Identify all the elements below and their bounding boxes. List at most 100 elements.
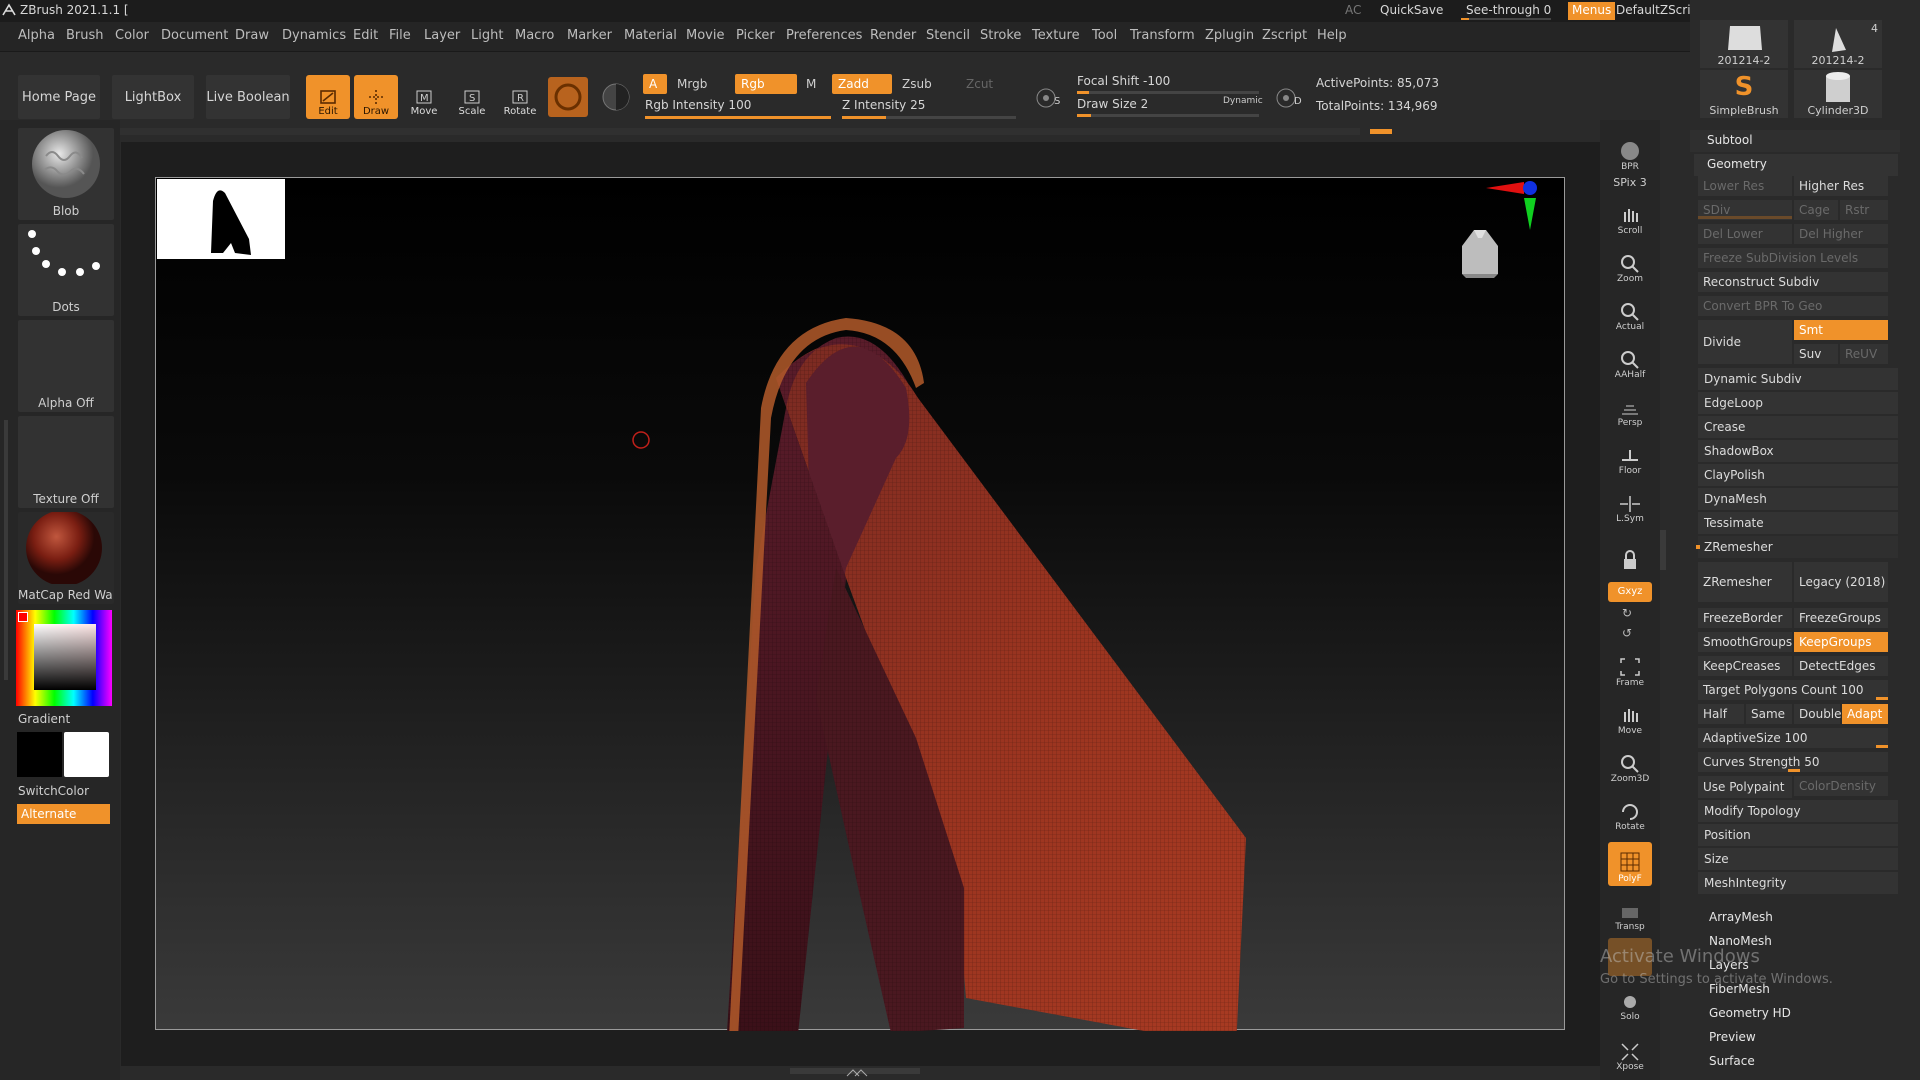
detectedges-toggle[interactable]: DetectEdges: [1794, 656, 1888, 676]
gxyz-toggle[interactable]: Gxyz: [1608, 582, 1652, 602]
menu-draw[interactable]: Draw: [235, 28, 269, 43]
subtool-thumb-2[interactable]: 4 201214-2: [1794, 20, 1882, 68]
size-section[interactable]: Size: [1698, 848, 1898, 870]
keepgroups-toggle[interactable]: KeepGroups: [1794, 632, 1888, 652]
floor-button[interactable]: Floor: [1608, 434, 1652, 478]
rotate-axis-icon[interactable]: ↻: [1622, 606, 1632, 620]
rotate-axis-alt-icon[interactable]: ↺: [1622, 626, 1632, 640]
zoom-button[interactable]: Zoom: [1608, 242, 1652, 286]
menu-preferences[interactable]: Preferences: [786, 28, 862, 43]
half-button[interactable]: Half: [1698, 704, 1744, 724]
adapt-toggle[interactable]: Adapt: [1842, 704, 1888, 724]
left-shelf-scrollbar[interactable]: [4, 420, 8, 680]
s-mode-button[interactable]: S: [1032, 82, 1064, 114]
menu-zscript[interactable]: Zscript: [1262, 28, 1307, 43]
orientation-cube-icon[interactable]: [1446, 216, 1516, 286]
focal-shift-slider[interactable]: [1077, 91, 1259, 94]
zremesher-button[interactable]: ZRemesher: [1698, 562, 1792, 602]
colordensity-slider[interactable]: ColorDensity: [1794, 776, 1888, 796]
del-lower-button[interactable]: Del Lower: [1698, 224, 1792, 244]
geometry-hd-header[interactable]: Geometry HD: [1709, 1006, 1791, 1020]
double-button[interactable]: Double: [1794, 704, 1842, 724]
simplebrush-thumb[interactable]: S SimpleBrush: [1700, 70, 1788, 118]
m-toggle[interactable]: M: [800, 74, 824, 94]
menu-help[interactable]: Help: [1317, 28, 1347, 43]
menu-color[interactable]: Color: [115, 28, 149, 43]
zoom3d-button[interactable]: Zoom3D: [1608, 742, 1652, 786]
use-polypaint-toggle[interactable]: Use Polypaint: [1698, 776, 1792, 798]
home-page-button[interactable]: Home Page: [18, 75, 100, 119]
menu-render[interactable]: Render: [870, 28, 916, 43]
texture-thumbnail[interactable]: Texture Off: [18, 416, 114, 508]
modify-topology-section[interactable]: Modify Topology: [1698, 800, 1898, 822]
alpha-thumbnail[interactable]: Alpha Off: [18, 320, 114, 412]
material-thumbnail[interactable]: MatCap Red Wa:: [18, 510, 114, 604]
subtool-thumb-1[interactable]: 201214-2: [1700, 20, 1788, 68]
reuv-button[interactable]: ReUV: [1840, 344, 1888, 364]
stroke-thumbnail[interactable]: Dots: [18, 224, 114, 316]
menu-material[interactable]: Material: [624, 28, 677, 43]
dynamic-subdiv-section[interactable]: Dynamic Subdiv: [1698, 368, 1898, 390]
viewport-canvas[interactable]: [155, 177, 1566, 1031]
tessimate-section[interactable]: Tessimate: [1698, 512, 1898, 534]
d-mode-button[interactable]: D: [1272, 82, 1304, 114]
rotate-view-button[interactable]: Rotate: [1608, 790, 1652, 834]
keepcreases-toggle[interactable]: KeepCreases: [1698, 656, 1792, 676]
menu-texture[interactable]: Texture: [1032, 28, 1080, 43]
menu-zplugin[interactable]: Zplugin: [1205, 28, 1254, 43]
suv-toggle[interactable]: Suv: [1794, 344, 1838, 364]
reconstruct-subdiv-button[interactable]: Reconstruct Subdiv: [1698, 272, 1888, 292]
menu-alpha[interactable]: Alpha: [18, 28, 55, 43]
color-picker[interactable]: [16, 610, 112, 706]
zcut-toggle[interactable]: Zcut: [960, 74, 1010, 94]
color-square[interactable]: [34, 624, 96, 690]
polyf-toggle[interactable]: PolyF: [1608, 842, 1652, 886]
xpose-button[interactable]: Xpose: [1608, 1030, 1652, 1074]
quicksave-button[interactable]: QuickSave: [1380, 3, 1443, 17]
lsym-button[interactable]: L.Sym: [1608, 482, 1652, 526]
menu-macro[interactable]: Macro: [515, 28, 554, 43]
rstr-button[interactable]: Rstr: [1840, 200, 1888, 220]
menu-tool[interactable]: Tool: [1092, 28, 1117, 43]
shadowbox-section[interactable]: ShadowBox: [1698, 440, 1898, 462]
subtool-header[interactable]: Subtool: [1690, 130, 1900, 152]
convert-bpr-button[interactable]: Convert BPR To Geo: [1698, 296, 1888, 316]
menu-edit[interactable]: Edit: [353, 28, 378, 43]
crease-section[interactable]: Crease: [1698, 416, 1898, 438]
actual-button[interactable]: Actual: [1608, 290, 1652, 334]
mesh-model[interactable]: [156, 178, 1566, 1031]
smoothgroups-slider[interactable]: SmoothGroups: [1698, 632, 1792, 652]
a-toggle[interactable]: A: [643, 74, 667, 94]
cage-button[interactable]: Cage: [1794, 200, 1838, 220]
edgeloop-section[interactable]: EdgeLoop: [1698, 392, 1898, 414]
zremesher-section[interactable]: ZRemesher: [1698, 536, 1898, 558]
dynamic-toggle[interactable]: Dynamic: [1223, 96, 1263, 106]
zadd-toggle[interactable]: Zadd: [832, 74, 892, 94]
freezegroups-toggle[interactable]: FreezeGroups: [1794, 608, 1888, 628]
menu-stencil[interactable]: Stencil: [926, 28, 970, 43]
transp-button[interactable]: Transp: [1608, 890, 1652, 934]
dynamesh-section[interactable]: DynaMesh: [1698, 488, 1898, 510]
menu-document[interactable]: Document: [161, 28, 228, 43]
menu-light[interactable]: Light: [471, 28, 503, 43]
gradient-sphere-button[interactable]: [596, 77, 636, 117]
smt-toggle[interactable]: Smt: [1794, 320, 1888, 340]
draw-size-slider[interactable]: [1077, 114, 1259, 117]
bpr-button[interactable]: BPR: [1608, 130, 1652, 174]
zsub-toggle[interactable]: Zsub: [896, 74, 956, 94]
claypolish-section[interactable]: ClayPolish: [1698, 464, 1898, 486]
menu-marker[interactable]: Marker: [567, 28, 612, 43]
menu-movie[interactable]: Movie: [686, 28, 724, 43]
geometry-header[interactable]: Geometry: [1694, 154, 1898, 176]
secondary-color-swatch[interactable]: [64, 732, 109, 777]
mrgb-toggle[interactable]: Mrgb: [671, 74, 731, 94]
frame-button[interactable]: Frame: [1608, 646, 1652, 690]
aahalf-button[interactable]: AAHalf: [1608, 338, 1652, 382]
same-button[interactable]: Same: [1746, 704, 1792, 724]
menu-dynamics[interactable]: Dynamics: [282, 28, 346, 43]
ac-label[interactable]: AC: [1345, 3, 1361, 17]
right-divider-handle[interactable]: [1660, 530, 1666, 570]
persp-button[interactable]: Persp: [1608, 386, 1652, 430]
rotate-mode-button[interactable]: R Rotate: [498, 75, 542, 119]
freezeborder-toggle[interactable]: FreezeBorder: [1698, 608, 1792, 628]
